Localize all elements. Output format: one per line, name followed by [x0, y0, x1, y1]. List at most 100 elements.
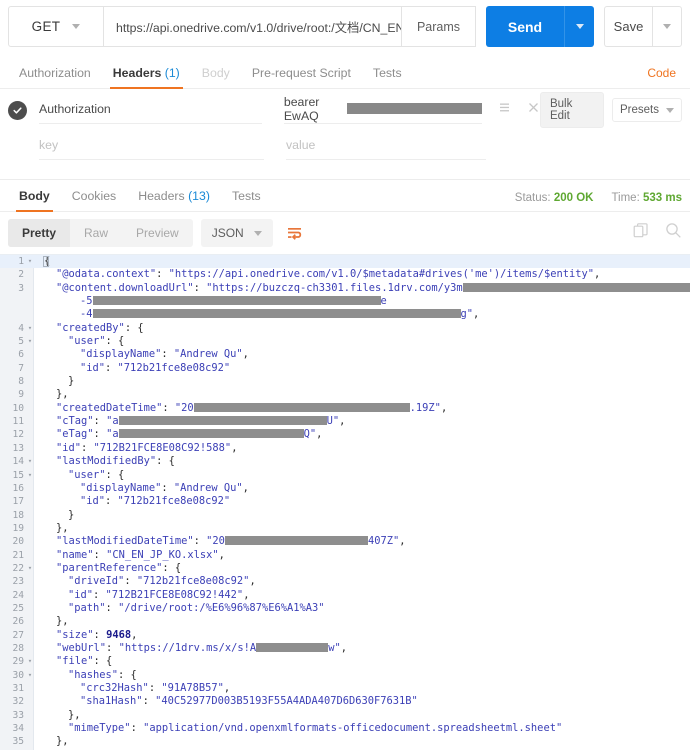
- code-token: "Andrew Qu": [173, 348, 243, 361]
- code-line: 24 "id": "712B21FCE8E08C92!442",: [0, 589, 690, 602]
- code-text: "displayName": "Andrew Qu",: [34, 482, 690, 495]
- presets-label: Presets: [620, 104, 659, 116]
- word-wrap-icon: [288, 227, 302, 240]
- header-row-empty: key value: [8, 131, 682, 161]
- code-token: "path": [68, 601, 106, 614]
- code-text: "sha1Hash": "40C52977D003B5193F55A4ADA40…: [34, 695, 690, 708]
- body-format-selector[interactable]: JSON: [200, 219, 273, 247]
- code-token: "id": [56, 441, 82, 454]
- code-token: :: [156, 268, 169, 281]
- time-label: Time:: [611, 192, 640, 204]
- save-options-button[interactable]: [652, 6, 682, 47]
- response-body-viewer[interactable]: 1 ▾{2 "@odata.context": "https://api.onedr…: [0, 254, 690, 750]
- code-text: "id": "712b21fce8e08c92": [34, 495, 690, 508]
- send-button[interactable]: Send: [486, 6, 564, 47]
- http-method-label: GET: [31, 19, 61, 34]
- code-token: :: [193, 281, 207, 294]
- response-tab-headers[interactable]: Headers (13): [127, 189, 221, 211]
- header-value-input[interactable]: bearer EwAQ: [283, 96, 482, 124]
- presets-button[interactable]: Presets: [612, 98, 682, 122]
- code-token: : {: [105, 468, 125, 481]
- code-token: :: [93, 588, 106, 601]
- tab-label: Authorization: [19, 66, 91, 80]
- code-token: ,: [594, 268, 601, 281]
- code-token: :: [105, 601, 119, 614]
- fold-toggle-icon[interactable]: ▾: [26, 255, 34, 268]
- header-enabled-checkbox[interactable]: [8, 100, 27, 120]
- request-tab-pre-request-script[interactable]: Pre-request Script: [241, 66, 362, 88]
- tab-label: Body: [19, 189, 50, 203]
- params-button[interactable]: Params: [402, 6, 476, 47]
- list-icon[interactable]: [498, 101, 511, 119]
- body-view-preview[interactable]: Preview: [122, 219, 193, 247]
- code-token: ,: [131, 628, 138, 641]
- body-view-pretty[interactable]: Pretty: [8, 219, 71, 247]
- code-token: U": [326, 415, 340, 428]
- line-number: 3: [18, 282, 24, 294]
- response-tab-body[interactable]: Body: [8, 189, 61, 212]
- line-number: 10: [12, 402, 24, 414]
- code-token: ,: [340, 641, 347, 654]
- headers-editor: Authorization bearer EwAQ Bulk Edit Pres…: [0, 92, 690, 161]
- code-text: "parentReference": {: [34, 562, 690, 575]
- response-tab-cookies[interactable]: Cookies: [61, 189, 127, 211]
- code-token: :: [105, 495, 118, 508]
- code-token: "712b21fce8e08c92": [117, 361, 231, 374]
- request-url-input[interactable]: https://api.onedrive.com/v1.0/drive/root…: [104, 6, 402, 47]
- code-text: "@odata.context": "https://api.onedrive.…: [34, 268, 690, 281]
- copy-icon[interactable]: [633, 222, 649, 244]
- close-icon[interactable]: [527, 101, 540, 119]
- word-wrap-toggle[interactable]: [283, 220, 309, 246]
- fold-toggle-icon[interactable]: ▾: [26, 322, 34, 335]
- fold-toggle-icon[interactable]: ▾: [26, 469, 34, 482]
- header-key-input[interactable]: Authorization: [39, 96, 262, 124]
- code-line: 26},: [0, 615, 690, 628]
- code-token: "user": [68, 335, 106, 348]
- request-tab-body[interactable]: Body: [191, 66, 241, 88]
- text-cursor: [43, 256, 49, 267]
- request-tab-tests[interactable]: Tests: [362, 66, 413, 88]
- fold-toggle-icon[interactable]: ▾: [26, 455, 34, 468]
- code-text: "crc32Hash": "91A78B57",: [34, 682, 690, 695]
- line-number: 27: [12, 629, 24, 641]
- send-options-button[interactable]: [564, 6, 594, 47]
- code-token: "createdBy": [56, 321, 125, 334]
- bulk-edit-button[interactable]: Bulk Edit: [539, 92, 604, 128]
- code-line: 31 "crc32Hash": "91A78B57",: [0, 682, 690, 695]
- chevron-down-icon: [72, 24, 81, 29]
- search-icon[interactable]: [665, 222, 682, 244]
- code-token: ,: [231, 441, 238, 454]
- header-value-input-empty[interactable]: value: [286, 132, 486, 160]
- time-group: Time: 533 ms: [611, 192, 682, 204]
- code-link[interactable]: Code: [647, 66, 682, 88]
- body-view-raw[interactable]: Raw: [70, 219, 122, 247]
- code-token: "file": [56, 655, 94, 668]
- request-tab-authorization[interactable]: Authorization: [8, 66, 102, 88]
- fold-toggle-icon[interactable]: ▾: [26, 655, 34, 668]
- code-token: "hashes": [68, 668, 119, 681]
- response-tab-tests[interactable]: Tests: [221, 189, 272, 211]
- code-line: 15 ▾ "user": {: [0, 469, 690, 482]
- code-text: }: [34, 509, 690, 522]
- code-text: -5 e: [34, 295, 690, 308]
- code-token: -4: [80, 308, 93, 321]
- header-key-input-empty[interactable]: key: [39, 132, 264, 160]
- body-view-mode-group: Pretty Raw Preview: [8, 219, 193, 247]
- request-tab-headers[interactable]: Headers (1): [102, 66, 191, 89]
- line-number: 30: [12, 669, 24, 681]
- header-key-placeholder: key: [39, 137, 59, 152]
- fold-toggle-icon[interactable]: ▾: [26, 335, 34, 348]
- fold-toggle-icon[interactable]: ▾: [26, 669, 34, 682]
- code-token: ,: [243, 588, 250, 601]
- save-button[interactable]: Save: [604, 6, 652, 47]
- code-line: 6 "displayName": "Andrew Qu",: [0, 348, 690, 361]
- status-label: Status:: [514, 192, 551, 204]
- code-line: 32 "sha1Hash": "40C52977D003B5193F55A4ADA…: [0, 695, 690, 708]
- code-token: e: [380, 295, 387, 308]
- fold-toggle-icon[interactable]: ▾: [26, 562, 34, 575]
- code-text: },: [34, 615, 690, 628]
- http-method-selector[interactable]: GET: [8, 6, 104, 47]
- line-number: 6: [18, 349, 24, 361]
- redacted-text-bar: [118, 429, 304, 439]
- line-number: 17: [12, 496, 24, 508]
